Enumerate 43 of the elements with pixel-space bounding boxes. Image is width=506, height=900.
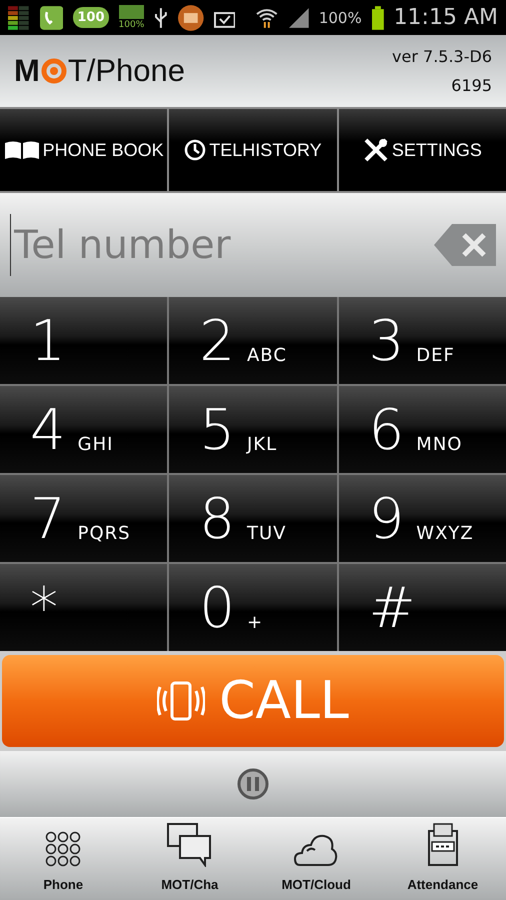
backspace-icon[interactable] [434, 224, 496, 266]
dialpad-icon [45, 831, 82, 867]
phone-app-icon [40, 6, 64, 30]
nav-tab[interactable]: Attendance [380, 818, 506, 900]
signal-icon [289, 8, 309, 28]
nav-tab[interactable]: MOT/Cha [126, 818, 253, 900]
keypad-key[interactable]: 2 ABC [169, 297, 337, 384]
battery-percent: 100% [318, 8, 362, 26]
keypad-key[interactable]: # [338, 564, 506, 651]
function-button[interactable]: PHONE BOOK [0, 109, 168, 191]
pause-button[interactable] [236, 767, 270, 801]
equalizer-icon [8, 6, 30, 30]
clock-icon [184, 139, 206, 161]
extension-number: 6195 [451, 76, 492, 95]
keypad-key[interactable]: 8 TUV [169, 475, 337, 562]
keypad-key[interactable]: 5 JKL [169, 386, 337, 473]
battery-icon [372, 6, 384, 30]
tools-icon [362, 137, 389, 163]
keypad-key[interactable]: 3 DEF [338, 297, 506, 384]
nav-tab[interactable]: MOT/Cloud [253, 818, 380, 900]
frog-badge: 100 [73, 7, 109, 28]
folder-app-icon [178, 4, 204, 30]
usb-icon [154, 6, 168, 30]
logo-text: M [14, 53, 40, 89]
function-button[interactable]: TELHISTORY [169, 109, 337, 191]
phone-ringing-icon [157, 679, 206, 723]
keypad-key[interactable]: 9 WXYZ [338, 475, 506, 562]
keypad-key[interactable]: 0 + [169, 564, 337, 651]
nav-tab[interactable]: Phone [0, 818, 126, 900]
book-icon [4, 140, 40, 160]
chat-bubbles-icon [166, 823, 213, 867]
keypad-key[interactable]: 4 GHI [0, 386, 168, 473]
clock-time: 11:15 AM [394, 5, 498, 30]
wifi-icon [255, 6, 280, 28]
cloud-icon [294, 833, 338, 867]
keypad-key[interactable]: * [0, 564, 168, 651]
keypad-key[interactable]: 7 PQRS [0, 475, 168, 562]
logo-text: T/Phone [68, 53, 186, 89]
keypad-key[interactable]: 1 [0, 297, 168, 384]
keypad-key[interactable]: 6 MNO [338, 386, 506, 473]
target-logo-icon [40, 58, 67, 84]
version-label: ver 7.5.3-D6 [392, 47, 492, 66]
function-button[interactable]: SETTINGS [338, 109, 506, 191]
